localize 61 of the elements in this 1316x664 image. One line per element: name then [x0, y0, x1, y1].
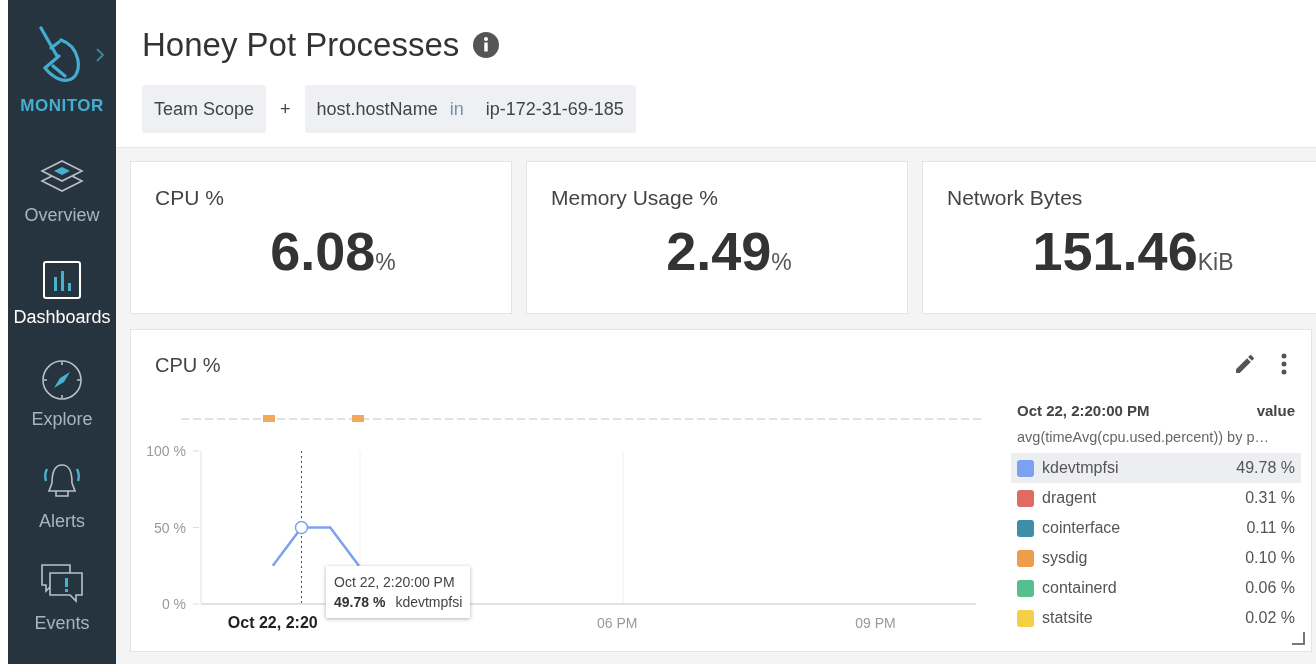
more-icon[interactable]	[1281, 353, 1287, 375]
legend-name: containerd	[1042, 579, 1117, 597]
legend-name: sysdig	[1042, 549, 1088, 567]
edit-icon[interactable]	[1233, 352, 1257, 376]
bar-chart-icon	[43, 261, 81, 299]
stat-value: 151.46	[1032, 220, 1198, 282]
plus-sign: +	[280, 98, 291, 120]
stat-unit: KiB	[1197, 249, 1234, 276]
legend-name: kdevtmpfsi	[1042, 459, 1119, 477]
nav-item[interactable]: Dashboards	[13, 248, 111, 328]
chat-bubbles-icon	[40, 563, 84, 605]
nav-item[interactable]: Overview	[24, 146, 100, 226]
panel-title: CPU %	[155, 354, 221, 377]
legend-name: dragent	[1042, 489, 1097, 507]
resize-handle-icon[interactable]	[1291, 631, 1305, 645]
legend-column-header: value	[1256, 402, 1295, 419]
stat-title: CPU %	[155, 186, 225, 210]
legend-value: 0.06 %	[1245, 579, 1295, 597]
nav-item[interactable]: Explore	[31, 350, 93, 430]
legend-row[interactable]: containerd 0.06 %	[1011, 573, 1301, 603]
compass-icon	[41, 359, 83, 401]
stat-title: Network Bytes	[947, 186, 1084, 210]
axis-label: 50 %	[154, 519, 186, 536]
event-marker[interactable]	[352, 415, 364, 422]
stat-unit: %	[375, 249, 396, 276]
axis-label: Oct 22, 2:20	[227, 614, 318, 631]
legend-row[interactable]: kdevtmpfsi 49.78 %	[1011, 453, 1301, 483]
legend-row[interactable]: sysdig 0.10 %	[1011, 543, 1301, 573]
legend-value: 0.02 %	[1245, 609, 1295, 627]
axis-label: 09 PM	[855, 615, 896, 631]
tooltip-value: 49.78 %	[334, 594, 386, 610]
brand-name: MONITOR	[20, 96, 104, 116]
hover-point	[294, 520, 309, 535]
legend-time: Oct 22, 2:20:00 PM	[1017, 402, 1150, 419]
tooltip-series: kdevtmpfsi	[395, 594, 463, 610]
legend-row[interactable]: dragent 0.31 %	[1011, 483, 1301, 513]
stat-title: Memory Usage %	[551, 186, 719, 210]
legend-value: 0.31 %	[1245, 489, 1295, 507]
tooltip-time: Oct 22, 2:20:00 PM	[334, 573, 456, 592]
chevron-right-icon[interactable]	[95, 48, 105, 62]
legend-name: statsite	[1042, 609, 1093, 627]
page-title: Honey Pot Processes	[142, 26, 460, 64]
legend-row[interactable]: cointerface 0.11 %	[1011, 513, 1301, 543]
legend-query: avg(timeAvg(cpu.used.percent)) by p…	[1016, 429, 1270, 445]
axis-label: 100 %	[146, 443, 186, 459]
legend-value: 49.78 %	[1236, 459, 1295, 477]
stat-value: 2.49	[666, 220, 772, 282]
event-marker[interactable]	[263, 415, 275, 422]
legend-name: cointerface	[1042, 519, 1121, 537]
legend-value: 0.10 %	[1245, 549, 1295, 567]
nav-item[interactable]: Alerts	[39, 452, 85, 532]
axis-label: 06 PM	[596, 615, 638, 631]
nav-item[interactable]: Events	[34, 554, 90, 634]
axis-label: 0 %	[161, 596, 186, 612]
stat-unit: %	[771, 249, 792, 276]
legend-row[interactable]: statsite 0.02 %	[1011, 603, 1301, 633]
stat-value: 6.08	[270, 220, 376, 282]
info-icon[interactable]	[473, 32, 500, 58]
legend-value: 0.11 %	[1246, 519, 1295, 537]
scope-chip[interactable]: Team Scope	[142, 85, 267, 133]
filter-chip[interactable]: host.hostName in ip-172-31-69-185	[304, 85, 636, 133]
